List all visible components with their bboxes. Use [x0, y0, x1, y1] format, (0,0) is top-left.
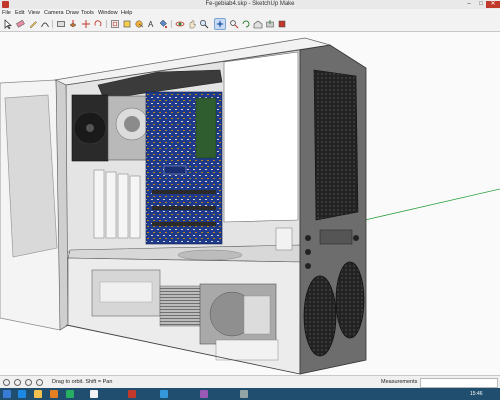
explorer-icon[interactable]	[34, 390, 42, 398]
menu-file[interactable]: File	[2, 9, 11, 17]
eraser-icon[interactable]	[15, 19, 25, 29]
calc-icon[interactable]	[240, 390, 248, 398]
share-model-icon[interactable]	[265, 19, 275, 29]
status-hint: Drag to orbit. Shift = Pan	[52, 379, 113, 385]
zoom-window-icon[interactable]	[214, 18, 226, 30]
drive-bracket	[275, 227, 293, 251]
mail-icon[interactable]	[160, 390, 168, 398]
zoom-extents-icon[interactable]	[229, 19, 239, 29]
front-fan-left	[303, 275, 337, 357]
menu-tools[interactable]: Tools	[81, 9, 94, 17]
front-mesh-grille	[313, 69, 359, 221]
ram-slots	[195, 97, 217, 159]
psu-heatsink	[159, 285, 203, 327]
menu-edit[interactable]: Edit	[15, 9, 24, 17]
menu-camera[interactable]: Camera	[44, 9, 64, 17]
menu-window[interactable]: Window	[98, 9, 118, 17]
taskbar-clock: 15:46	[470, 391, 483, 397]
start-icon[interactable]	[3, 390, 11, 398]
green-axis	[364, 188, 500, 221]
previous-view-icon[interactable]	[241, 19, 251, 29]
front-io-panel	[319, 229, 353, 245]
chrome-icon[interactable]	[90, 390, 98, 398]
drive-bay-panel	[223, 51, 299, 223]
pan-icon[interactable]	[187, 19, 197, 29]
rotate-icon[interactable]	[93, 19, 103, 29]
select-icon[interactable]	[3, 19, 13, 29]
store-icon[interactable]	[66, 390, 74, 398]
chipset-logo	[163, 165, 187, 175]
modeling-viewport[interactable]	[0, 32, 500, 375]
help-icon[interactable]	[3, 379, 10, 386]
warehouse-icon[interactable]	[253, 19, 263, 29]
pencil-icon[interactable]	[28, 19, 38, 29]
main-toolbar: A	[0, 17, 500, 32]
photos-icon[interactable]	[200, 390, 208, 398]
user-icon[interactable]	[36, 379, 43, 386]
measurements-input[interactable]	[420, 378, 498, 388]
status-bar: Drag to orbit. Shift = Pan Measurements	[0, 375, 500, 389]
windows-taskbar: 15:46	[0, 388, 500, 400]
push-pull-icon[interactable]	[68, 19, 78, 29]
menu-help[interactable]: Help	[121, 9, 132, 17]
sketchup-icon[interactable]	[128, 390, 136, 398]
offset-icon[interactable]	[110, 19, 120, 29]
media-icon[interactable]	[50, 390, 58, 398]
credits-icon[interactable]	[25, 379, 32, 386]
arc-icon[interactable]	[40, 19, 50, 29]
extension-warehouse-icon[interactable]	[277, 19, 287, 29]
measurements-label: Measurements	[381, 379, 418, 385]
paint-bucket-icon[interactable]	[158, 19, 168, 29]
zoom-icon[interactable]	[199, 19, 209, 29]
pc-case-model	[0, 37, 500, 375]
ie-icon[interactable]	[18, 390, 26, 398]
move-icon[interactable]	[81, 19, 91, 29]
menu-view[interactable]: View	[28, 9, 40, 17]
orbit-icon[interactable]	[175, 19, 185, 29]
geo-location-icon[interactable]	[14, 379, 21, 386]
scale-icon[interactable]	[122, 19, 132, 29]
svg-text:A: A	[148, 20, 154, 29]
tape-measure-icon[interactable]	[134, 19, 144, 29]
rectangle-icon[interactable]	[56, 19, 66, 29]
side-panel-window	[4, 94, 58, 258]
menu-draw[interactable]: Draw	[66, 9, 79, 17]
window-title: Fe-gebiab4.skp - SketchUp Make	[205, 1, 295, 7]
front-fan-right	[335, 261, 365, 339]
text-icon[interactable]: A	[146, 19, 156, 29]
close-button[interactable]: ✕	[486, 1, 500, 8]
